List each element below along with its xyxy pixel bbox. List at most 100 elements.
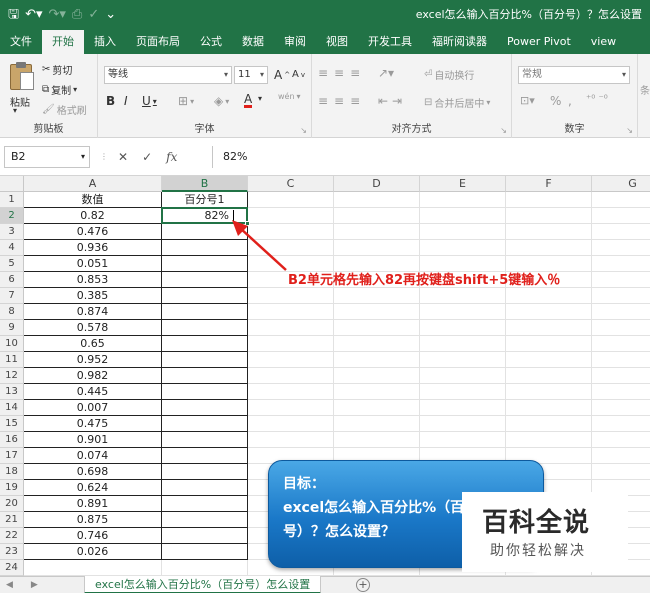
cell-b11[interactable] <box>162 352 248 368</box>
cut-button[interactable]: ✂ 剪切 <box>42 62 72 77</box>
formula-bar-splitter-icon[interactable]: ⋮ <box>100 152 108 161</box>
cell-c9[interactable] <box>248 320 334 336</box>
orientation-icon[interactable]: ↗▾ <box>378 66 394 80</box>
tab-11[interactable]: view <box>581 30 626 54</box>
font-dialog-launcher-icon[interactable]: ↘ <box>300 126 307 135</box>
cell-b21[interactable] <box>162 512 248 528</box>
cell-g4[interactable] <box>592 240 650 256</box>
column-header-e[interactable]: E <box>420 176 506 192</box>
indent-icons[interactable]: ⇤⇥ <box>378 94 406 108</box>
border-button[interactable]: ⊞ ▾ <box>178 94 194 108</box>
currency-button[interactable]: ⊡▾ <box>520 94 535 107</box>
row-header-6[interactable]: 6 <box>0 272 24 288</box>
italic-button[interactable]: I <box>124 94 128 108</box>
copy-button[interactable]: ⧉ 复制 ▾ <box>42 82 77 97</box>
tab-0[interactable]: 文件 <box>0 30 42 54</box>
cell-d12[interactable] <box>334 368 420 384</box>
row-header-18[interactable]: 18 <box>0 464 24 480</box>
row-header-7[interactable]: 7 <box>0 288 24 304</box>
cell-e11[interactable] <box>420 352 506 368</box>
merge-center-button[interactable]: ⊟ 合并后居中 ▾ <box>424 95 490 110</box>
tab-3[interactable]: 页面布局 <box>126 30 190 54</box>
cell-e3[interactable] <box>420 224 506 240</box>
cell-e12[interactable] <box>420 368 506 384</box>
customize-toolbar-icon[interactable]: ⌄ <box>105 0 116 30</box>
cell-c3[interactable] <box>248 224 334 240</box>
row-header-16[interactable]: 16 <box>0 432 24 448</box>
cell-e16[interactable] <box>420 432 506 448</box>
column-header-c[interactable]: C <box>248 176 334 192</box>
row-header-13[interactable]: 13 <box>0 384 24 400</box>
cell-f14[interactable] <box>506 400 592 416</box>
sheet-tab[interactable]: excel怎么输入百分比%（百分号）怎么设置 <box>84 576 322 593</box>
cell-c12[interactable] <box>248 368 334 384</box>
cell-a4[interactable]: 0.936 <box>24 240 162 256</box>
cell-g18[interactable] <box>592 464 650 480</box>
cell-a2[interactable]: 0.82 <box>24 208 162 224</box>
cell-b15[interactable] <box>162 416 248 432</box>
cell-e10[interactable] <box>420 336 506 352</box>
cell-a24[interactable] <box>24 560 162 576</box>
cell-c14[interactable] <box>248 400 334 416</box>
redo-icon[interactable]: ↷▾ <box>49 0 66 30</box>
cell-a16[interactable]: 0.901 <box>24 432 162 448</box>
tab-2[interactable]: 插入 <box>84 30 126 54</box>
cell-b22[interactable] <box>162 528 248 544</box>
row-header-2[interactable]: 2 <box>0 208 24 224</box>
tab-1[interactable]: 开始 <box>42 30 84 54</box>
row-header-3[interactable]: 3 <box>0 224 24 240</box>
cell-g15[interactable] <box>592 416 650 432</box>
shrink-font-button[interactable]: Av <box>292 69 305 80</box>
cell-b18[interactable] <box>162 464 248 480</box>
cell-c15[interactable] <box>248 416 334 432</box>
tab-9[interactable]: 福昕阅读器 <box>422 30 497 54</box>
column-header-a[interactable]: A <box>24 176 162 192</box>
cell-g6[interactable] <box>592 272 650 288</box>
column-header-f[interactable]: F <box>506 176 592 192</box>
row-header-23[interactable]: 23 <box>0 544 24 560</box>
row-header-11[interactable]: 11 <box>0 352 24 368</box>
percent-button[interactable]: % <box>550 94 561 108</box>
cell-b12[interactable] <box>162 368 248 384</box>
cell-f7[interactable] <box>506 288 592 304</box>
cell-g11[interactable] <box>592 352 650 368</box>
cell-c2[interactable] <box>248 208 334 224</box>
cell-f12[interactable] <box>506 368 592 384</box>
cell-f4[interactable] <box>506 240 592 256</box>
cell-a19[interactable]: 0.624 <box>24 480 162 496</box>
cell-e2[interactable] <box>420 208 506 224</box>
cell-d2[interactable] <box>334 208 420 224</box>
cell-g9[interactable] <box>592 320 650 336</box>
enter-icon[interactable]: ✓ <box>142 150 152 164</box>
tab-8[interactable]: 开发工具 <box>358 30 422 54</box>
cell-a14[interactable]: 0.007 <box>24 400 162 416</box>
cell-b1[interactable]: 百分号1 <box>162 192 248 208</box>
cell-d15[interactable] <box>334 416 420 432</box>
row-header-5[interactable]: 5 <box>0 256 24 272</box>
cell-e9[interactable] <box>420 320 506 336</box>
cell-b24[interactable] <box>162 560 248 576</box>
cell-b4[interactable] <box>162 240 248 256</box>
cell-b10[interactable] <box>162 336 248 352</box>
cell-a3[interactable]: 0.476 <box>24 224 162 240</box>
cancel-icon[interactable]: ✕ <box>118 150 128 164</box>
cell-f10[interactable] <box>506 336 592 352</box>
cell-f11[interactable] <box>506 352 592 368</box>
cell-a22[interactable]: 0.746 <box>24 528 162 544</box>
select-all-corner[interactable] <box>0 176 24 192</box>
cell-e15[interactable] <box>420 416 506 432</box>
number-dialog-launcher-icon[interactable]: ↘ <box>626 126 633 135</box>
cell-a21[interactable]: 0.875 <box>24 512 162 528</box>
bold-button[interactable]: B <box>106 94 115 108</box>
cell-b16[interactable] <box>162 432 248 448</box>
cell-c1[interactable] <box>248 192 334 208</box>
row-header-14[interactable]: 14 <box>0 400 24 416</box>
vertical-align-icons[interactable]: ≡≡≡ <box>318 66 366 80</box>
cell-a18[interactable]: 0.698 <box>24 464 162 480</box>
cell-g1[interactable] <box>592 192 650 208</box>
cell-c4[interactable] <box>248 240 334 256</box>
tab-10[interactable]: Power Pivot <box>497 30 581 54</box>
cell-b19[interactable] <box>162 480 248 496</box>
font-name-select[interactable]: 等线 ▾ <box>104 66 232 84</box>
comma-button[interactable]: , <box>568 94 572 108</box>
